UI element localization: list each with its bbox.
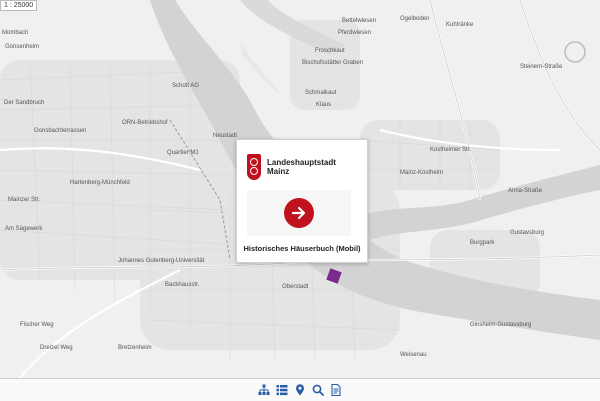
location-button[interactable] [294,384,306,396]
scale-indicator: 1 : 25000 [0,0,38,11]
coat-of-arms-icon [247,154,261,180]
launch-tile[interactable] [247,190,351,236]
map-place-label: Mainz-Kostheim [400,170,444,176]
app-title: Historisches Häuserbuch (Mobil) [243,244,361,253]
scale-label: 1 : 25000 [4,2,34,9]
map-place-label: Schott AG [172,83,200,89]
map-place-label: Gustavsburg [510,230,545,236]
sitemap-button[interactable] [258,384,270,396]
map-place-label: Bettelwiesen [342,18,377,24]
map-place-label: Weisenau [400,352,427,358]
map-place-label: Mombach [2,30,29,36]
map-place-label: Dreizel Weg [40,345,73,351]
map-place-label: Pferdwiesen [338,30,372,36]
map-place-label: Der Sandbruch [4,100,45,106]
map-place-label: ORN-Betriebshof [122,120,168,126]
logo-text-line1: Landeshauptstadt [267,158,336,167]
map-pin-icon [296,384,304,396]
document-button[interactable] [330,384,342,396]
map-place-label: Schmalkaut [305,90,337,96]
map-place-label: Kuhtränke [446,22,474,28]
map-place-label: Bretzenheim [118,345,152,351]
map-place-label: Ginsheim-Gustavsburg [470,322,532,328]
city-logo: Landeshauptstadt Mainz [247,148,351,186]
map-place-label: Steinern-Straße [520,64,563,70]
logo-text-line2: Mainz [267,167,290,176]
map-place-label: Hartenberg-Münchfeld [70,180,130,186]
open-app-button[interactable] [284,198,314,228]
map-place-label: Klaus [316,102,332,108]
map-place-label: Neustadt [213,133,238,139]
arrow-right-icon [291,206,306,220]
map-place-label: Am Sägewerk [5,226,43,232]
map-place-label: Oberstadt [282,284,309,290]
map-place-label: Anna-Straße [508,188,543,194]
app-card: Landeshauptstadt Mainz Historisches Häus… [236,139,368,263]
map-place-label: Froschkaut [315,48,345,54]
map-place-label: Gonsenheim [5,44,40,50]
bottom-toolbar [0,378,600,401]
sitemap-icon [258,384,270,395]
map-place-label: Burgpark [470,240,495,246]
search-icon [312,384,324,396]
list-icon [276,385,288,396]
map-place-label: Quartier M1 [167,150,199,156]
document-icon [331,384,341,396]
map-place-label: Backhausstr. [165,282,200,288]
search-button[interactable] [312,384,324,396]
map-place-label: Mainzer Str. [8,197,41,203]
list-button[interactable] [276,384,288,396]
map-place-label: Bischofsstätter Graben [302,60,364,66]
map-place-label: Fischer Weg [20,322,54,328]
map-canvas[interactable]: Mombach Gonsenheim Der Sandbruch Gonsbachte… [0,0,600,378]
map-place-label: Johannes Gutenberg-Universität [118,258,205,264]
map-place-label: Gonsbachterrassen [34,128,87,134]
map-place-label: Kostheimer Str. [430,147,472,153]
map-place-label: Ogelboden [400,16,430,22]
